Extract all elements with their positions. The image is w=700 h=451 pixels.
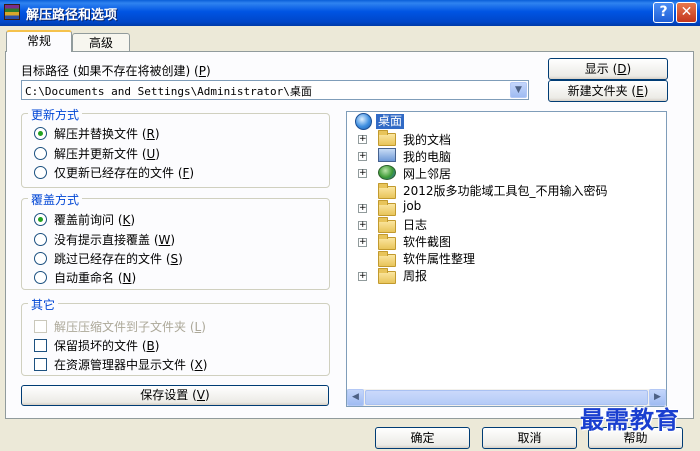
watermark-text: 最需教育 xyxy=(580,405,680,434)
my-documents-icon xyxy=(378,130,396,146)
window-title: 解压路径和选项 xyxy=(26,8,118,23)
expand-icon[interactable]: + xyxy=(358,135,367,144)
other-options-title: 其它 xyxy=(28,296,59,313)
radio-extract-update-label[interactable]: 解压并更新文件 (U) xyxy=(54,145,160,162)
radio-auto-rename[interactable] xyxy=(34,271,47,284)
folder-icon xyxy=(378,217,396,233)
expand-icon[interactable]: + xyxy=(358,272,367,281)
network-places-icon xyxy=(378,165,396,180)
radio-extract-update[interactable] xyxy=(34,147,47,160)
radio-auto-rename-label[interactable]: 自动重命名 (N) xyxy=(54,269,136,286)
folder-icon xyxy=(378,234,396,250)
winrar-app-icon xyxy=(4,4,20,20)
tree-item-log[interactable]: 日志 xyxy=(403,216,427,233)
radio-overwrite-without-prompt[interactable] xyxy=(34,233,47,246)
tab-advanced[interactable]: 高级 xyxy=(72,33,130,52)
folder-icon xyxy=(378,268,396,284)
tree-item-job[interactable]: job xyxy=(403,199,421,213)
tree-item-domain-toolkit[interactable]: 2012版多功能域工具包_不用输入密码 xyxy=(403,182,608,199)
overwrite-mode-title: 覆盖方式 xyxy=(28,191,83,208)
expand-icon[interactable]: + xyxy=(358,221,367,230)
path-label: 目标路径 (如果不存在将被创建) (P) xyxy=(21,64,211,78)
expand-icon[interactable]: + xyxy=(358,238,367,247)
radio-extract-replace-label[interactable]: 解压并替换文件 (R) xyxy=(54,125,160,142)
radio-fresh-existing[interactable] xyxy=(34,166,47,179)
expand-icon[interactable]: + xyxy=(358,152,367,161)
ok-button[interactable]: 确定 xyxy=(375,427,470,449)
radio-ask-before-overwrite[interactable] xyxy=(34,213,47,226)
my-computer-icon xyxy=(378,148,396,162)
tree-item-software-screenshots[interactable]: 软件截图 xyxy=(403,233,451,250)
expand-icon[interactable]: + xyxy=(358,169,367,178)
check-show-in-explorer-label[interactable]: 在资源管理器中显示文件 (X) xyxy=(54,356,207,373)
destination-path-value: C:\Documents and Settings\Administrator\… xyxy=(25,85,312,98)
title-bar: 解压路径和选项 ? ✕ xyxy=(0,0,700,26)
save-settings-button[interactable]: 保存设置 (V) xyxy=(21,385,329,406)
folder-icon xyxy=(378,200,396,216)
radio-skip-existing[interactable] xyxy=(34,252,47,265)
tree-item-my-documents[interactable]: 我的文档 xyxy=(403,131,451,148)
tree-item-weekly-report[interactable]: 周报 xyxy=(403,267,427,284)
check-keep-broken-files[interactable] xyxy=(34,339,47,352)
tab-general[interactable]: 常规 xyxy=(6,30,72,52)
radio-skip-existing-label[interactable]: 跳过已经存在的文件 (S) xyxy=(54,250,183,267)
radio-ask-before-overwrite-label[interactable]: 覆盖前询问 (K) xyxy=(54,211,135,228)
expand-icon[interactable]: + xyxy=(358,204,367,213)
update-mode-title: 更新方式 xyxy=(28,106,83,123)
check-show-in-explorer[interactable] xyxy=(34,358,47,371)
title-close-button[interactable]: ✕ xyxy=(676,2,697,23)
cancel-button[interactable]: 取消 xyxy=(482,427,577,449)
show-button[interactable]: 显示 (D) xyxy=(548,58,668,80)
check-extract-to-subfolders-label: 解压压缩文件到子文件夹 (L) xyxy=(54,320,206,334)
radio-fresh-existing-label[interactable]: 仅更新已经存在的文件 (F) xyxy=(54,164,194,181)
tree-item-network-places[interactable]: 网上邻居 xyxy=(403,165,451,182)
tree-item-my-computer[interactable]: 我的电脑 xyxy=(403,148,451,165)
radio-extract-replace[interactable] xyxy=(34,127,47,140)
tree-item-desktop[interactable]: 桌面 xyxy=(376,114,405,129)
tree-item-software-properties[interactable]: 软件属性整理 xyxy=(403,250,475,267)
new-folder-button[interactable]: 新建文件夹 (E) xyxy=(548,80,668,102)
check-extract-to-subfolders[interactable] xyxy=(34,320,47,333)
folder-icon xyxy=(378,183,396,199)
radio-overwrite-without-prompt-label[interactable]: 没有提示直接覆盖 (W) xyxy=(54,231,175,248)
title-help-button[interactable]: ? xyxy=(653,2,674,23)
check-keep-broken-files-label[interactable]: 保留损坏的文件 (B) xyxy=(54,337,159,354)
chevron-down-icon[interactable]: ▼ xyxy=(510,82,527,98)
scroll-left-icon[interactable]: ◀ xyxy=(347,389,364,406)
destination-path-combobox[interactable]: C:\Documents and Settings\Administrator\… xyxy=(21,80,529,100)
folder-icon xyxy=(378,251,396,267)
desktop-icon xyxy=(355,113,372,130)
